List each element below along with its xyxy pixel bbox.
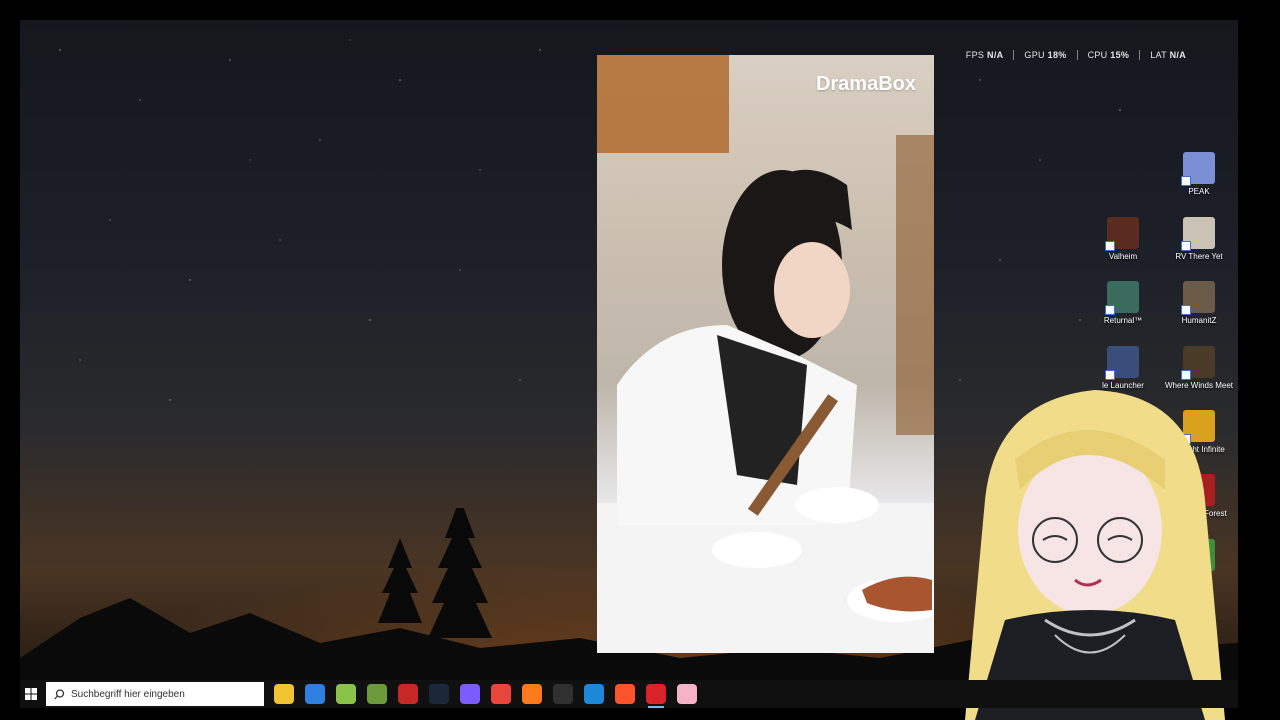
launcher-icon — [1105, 346, 1139, 380]
divider — [1076, 50, 1078, 60]
taskbar-search-box[interactable]: Suchbegriff hier eingeben — [46, 682, 264, 706]
steam-icon[interactable] — [429, 684, 449, 704]
desktop-icon-valheim[interactable]: Valheim — [1087, 217, 1159, 261]
desktop-icon-returnal[interactable]: Returnal™ — [1087, 281, 1159, 325]
peak-icon — [1181, 152, 1215, 186]
video-frame-woman-eating — [617, 169, 934, 622]
dramabox-logo: DramaBox — [815, 73, 916, 95]
brave-icon[interactable] — [615, 684, 635, 704]
obs-icon[interactable] — [553, 684, 573, 704]
store-icon[interactable] — [305, 684, 325, 704]
where-winds-meet-icon — [1181, 346, 1215, 380]
update-icon[interactable] — [398, 684, 418, 704]
latency-readout: LAT N/A — [1150, 50, 1186, 60]
desktop-icon-peak[interactable]: PEAK — [1163, 152, 1235, 196]
fps-readout: FPS N/A — [965, 50, 1004, 60]
pinned-apps — [274, 684, 697, 708]
chrome-icon[interactable] — [491, 684, 511, 704]
file-explorer-icon[interactable] — [274, 684, 294, 704]
windows-logo-icon — [25, 688, 37, 700]
start-button[interactable] — [20, 680, 42, 708]
taskbar: Suchbegriff hier eingeben — [20, 680, 1238, 708]
divider — [1139, 50, 1141, 60]
opera-icon[interactable] — [646, 684, 666, 708]
pink-app-icon[interactable] — [677, 684, 697, 704]
minecraft-icon[interactable] — [367, 684, 387, 704]
firefox-icon[interactable] — [522, 684, 542, 704]
android-icon[interactable] — [336, 684, 356, 704]
valheim-icon — [1105, 217, 1139, 251]
returnal-icon — [1105, 281, 1139, 315]
desktop-icon-rv-there-yet[interactable]: RV There Yet — [1163, 217, 1235, 261]
gpu-readout: GPU 18% — [1024, 50, 1067, 60]
video-player-window[interactable]: DramaBox — [597, 55, 934, 653]
search-icon — [54, 688, 65, 699]
edge-icon[interactable] — [584, 684, 604, 704]
rv-there-yet-icon — [1181, 217, 1215, 251]
humanitz-icon — [1181, 281, 1215, 315]
performance-overlay: FPS N/A GPU 18% CPU 15% LAT N/A — [966, 50, 1186, 60]
desktop-icon-humanitz[interactable]: HumanitZ — [1163, 281, 1235, 325]
cpu-readout: CPU 15% — [1087, 50, 1130, 60]
discord-icon[interactable] — [460, 684, 480, 704]
search-placeholder: Suchbegriff hier eingeben — [71, 688, 185, 700]
vtuber-avatar — [965, 390, 1225, 720]
divider — [1013, 50, 1015, 60]
